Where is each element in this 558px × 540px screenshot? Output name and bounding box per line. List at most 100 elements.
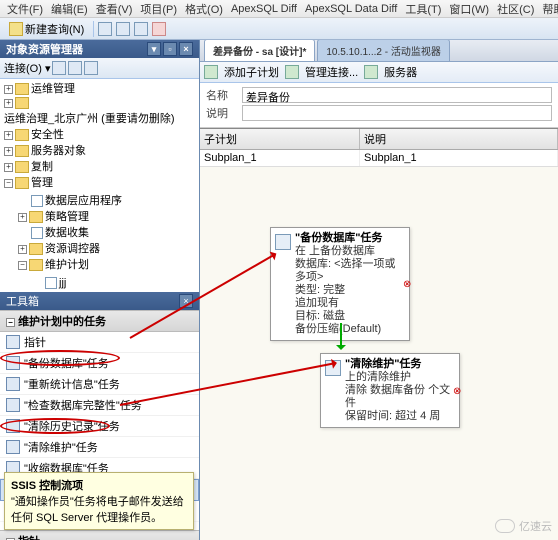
toolbox-item-restat[interactable]: "重新统计信息"任务: [0, 374, 199, 395]
collapse-icon[interactable]: −: [4, 179, 13, 188]
expand-icon[interactable]: +: [4, 131, 13, 140]
node-error-icon[interactable]: ⊗: [403, 278, 415, 290]
menu-window[interactable]: 窗口(W): [446, 1, 492, 17]
folder-icon: [29, 259, 43, 271]
grid-header-subplan[interactable]: 子计划: [200, 129, 360, 149]
folder-icon: [15, 83, 29, 95]
toolbar-icon-2[interactable]: [116, 22, 130, 36]
node-line: 类型: 完整: [295, 284, 403, 297]
menu-community[interactable]: 社区(C): [494, 1, 537, 17]
servers-icon[interactable]: [364, 65, 378, 79]
node-line: 上的清除维护: [345, 371, 453, 384]
menu-apex-diff[interactable]: ApexSQL Diff: [228, 3, 300, 15]
toolbox-section2[interactable]: − 指针: [0, 530, 199, 540]
tree-node[interactable]: jjj: [59, 275, 66, 291]
tree-node[interactable]: 数据收集: [45, 225, 89, 241]
watermark-text: 亿速云: [519, 518, 552, 534]
node-title: "备份数据库"任务: [295, 232, 403, 245]
connections-icon[interactable]: [285, 65, 299, 79]
tree-node[interactable]: 运维治理_北京广州 (重要请勿删除): [4, 111, 175, 127]
subplans-grid[interactable]: 子计划 说明 Subplan_1 Subplan_1: [200, 128, 558, 167]
tooltip: SSIS 控制流项 "通知操作员"任务将电子邮件发送给任何 SQL Server…: [4, 472, 194, 530]
object-explorer-tree[interactable]: + 运维管理 + 运维治理_北京广州 (重要请勿删除) + 安全性 + 服务器对象 + 复…: [0, 79, 199, 292]
panel-pin-icon[interactable]: ▫: [163, 42, 177, 56]
new-query-button[interactable]: 新建查询(N): [4, 19, 89, 39]
menu-help[interactable]: 帮助: [539, 1, 558, 17]
folder-icon: [29, 243, 43, 255]
node-error-icon[interactable]: ⊗: [453, 385, 465, 397]
folder-icon: [15, 145, 29, 157]
node-line: 数据库: <选择一项或多项>: [295, 258, 403, 284]
oe-tool-icon-3[interactable]: [84, 61, 98, 75]
toolbar-icon-3[interactable]: [134, 22, 148, 36]
tree-node-replication[interactable]: 复制: [31, 159, 53, 175]
toolbox-title: 工具箱: [6, 293, 39, 309]
toolbar-icon-1[interactable]: [98, 22, 112, 36]
menu-apex-data-diff[interactable]: ApexSQL Data Diff: [302, 3, 400, 15]
tooltip-title: SSIS 控制流项: [11, 477, 187, 493]
name-field[interactable]: 差异备份: [242, 87, 552, 103]
menu-edit[interactable]: 编辑(E): [48, 1, 91, 17]
toolbox-item-checkdb[interactable]: "检查数据库完整性"任务: [0, 395, 199, 416]
tree-node[interactable]: 运维管理: [31, 81, 75, 97]
oe-tool-icon[interactable]: [52, 61, 66, 75]
tab-activity-monitor[interactable]: 10.5.10.1...2 - 活动监视器: [317, 40, 450, 61]
expand-icon[interactable]: +: [18, 245, 27, 254]
grid-header-desc[interactable]: 说明: [360, 129, 558, 149]
servers-label[interactable]: 服务器: [384, 64, 417, 80]
expand-icon[interactable]: +: [4, 99, 13, 108]
panel-close-icon[interactable]: ×: [179, 42, 193, 56]
tree-node-maint-plans[interactable]: 维护计划: [45, 257, 89, 273]
name-label: 名称: [206, 87, 242, 103]
expand-icon[interactable]: +: [4, 163, 13, 172]
grid-cell[interactable]: Subplan_1: [200, 150, 360, 166]
tab-design[interactable]: 差异备份 - sa [设计]*: [204, 40, 315, 61]
menu-view[interactable]: 查看(V): [93, 1, 136, 17]
tree-node-security[interactable]: 安全性: [31, 127, 64, 143]
backup-icon: [6, 356, 20, 370]
toolbox-section-label: 维护计划中的任务: [18, 316, 106, 328]
menu-tools[interactable]: 工具(T): [402, 1, 444, 17]
document-tabs: 差异备份 - sa [设计]* 10.5.10.1...2 - 活动监视器: [200, 40, 558, 62]
connections-label[interactable]: 管理连接...: [305, 64, 358, 80]
expand-icon[interactable]: +: [18, 213, 27, 222]
collapse-icon[interactable]: −: [18, 261, 27, 270]
node-line: 目标: 磁盘: [295, 310, 403, 323]
grid-cell[interactable]: Subplan_1: [360, 150, 558, 166]
node-line: 追加现有: [295, 297, 403, 310]
plan-icon: [45, 277, 57, 289]
add-subplan-icon[interactable]: [204, 65, 218, 79]
node-title: "清除维护"任务: [345, 358, 453, 371]
tree-node-management[interactable]: 管理: [31, 175, 53, 191]
stat-icon: [6, 377, 20, 391]
toolbox-item-pointer[interactable]: 指针: [0, 332, 199, 353]
folder-icon: [29, 211, 43, 223]
tree-node-server-objects[interactable]: 服务器对象: [31, 143, 86, 159]
menu-format[interactable]: 格式(O): [182, 1, 226, 17]
toolbox-item-cleanup[interactable]: "清除维护"任务: [0, 437, 199, 458]
toolbox-list[interactable]: 指针 "备份数据库"任务 "重新统计信息"任务 "检查数据库完整性"任务 "清除…: [0, 332, 199, 540]
toolbox-item-backup[interactable]: "备份数据库"任务: [0, 353, 199, 374]
add-subplan-label[interactable]: 添加子计划: [224, 64, 279, 80]
object-explorer-title: 对象资源管理器: [6, 41, 83, 57]
connect-button[interactable]: 连接(O) ▾: [4, 60, 50, 76]
expand-icon[interactable]: +: [4, 147, 13, 156]
tree-node[interactable]: 策略管理: [45, 209, 89, 225]
menu-project[interactable]: 项目(P): [137, 1, 180, 17]
panel-dropdown-icon[interactable]: ▾: [147, 42, 161, 56]
menu-file[interactable]: 文件(F): [4, 1, 46, 17]
history-icon: [6, 419, 20, 433]
design-canvas[interactable]: "备份数据库"任务 在 上备份数据库 数据库: <选择一项或多项> 类型: 完整…: [200, 167, 558, 540]
toolbox-header: 工具箱 ×: [0, 292, 199, 310]
grid-row[interactable]: Subplan_1 Subplan_1: [200, 150, 558, 167]
desc-field[interactable]: [242, 105, 552, 121]
tree-node[interactable]: 数据层应用程序: [45, 193, 122, 209]
plan-properties: 名称差异备份 说明: [200, 83, 558, 128]
cleanup-icon: [6, 440, 20, 454]
expand-icon[interactable]: +: [4, 85, 13, 94]
oe-tool-icon-2[interactable]: [68, 61, 82, 75]
toolbox-item-history[interactable]: "清除历史记录"任务: [0, 416, 199, 437]
tree-node[interactable]: 资源调控器: [45, 241, 100, 257]
node-line: 清除 数据库备份 个文件: [345, 384, 453, 410]
toolbar-icon-4[interactable]: [152, 22, 166, 36]
